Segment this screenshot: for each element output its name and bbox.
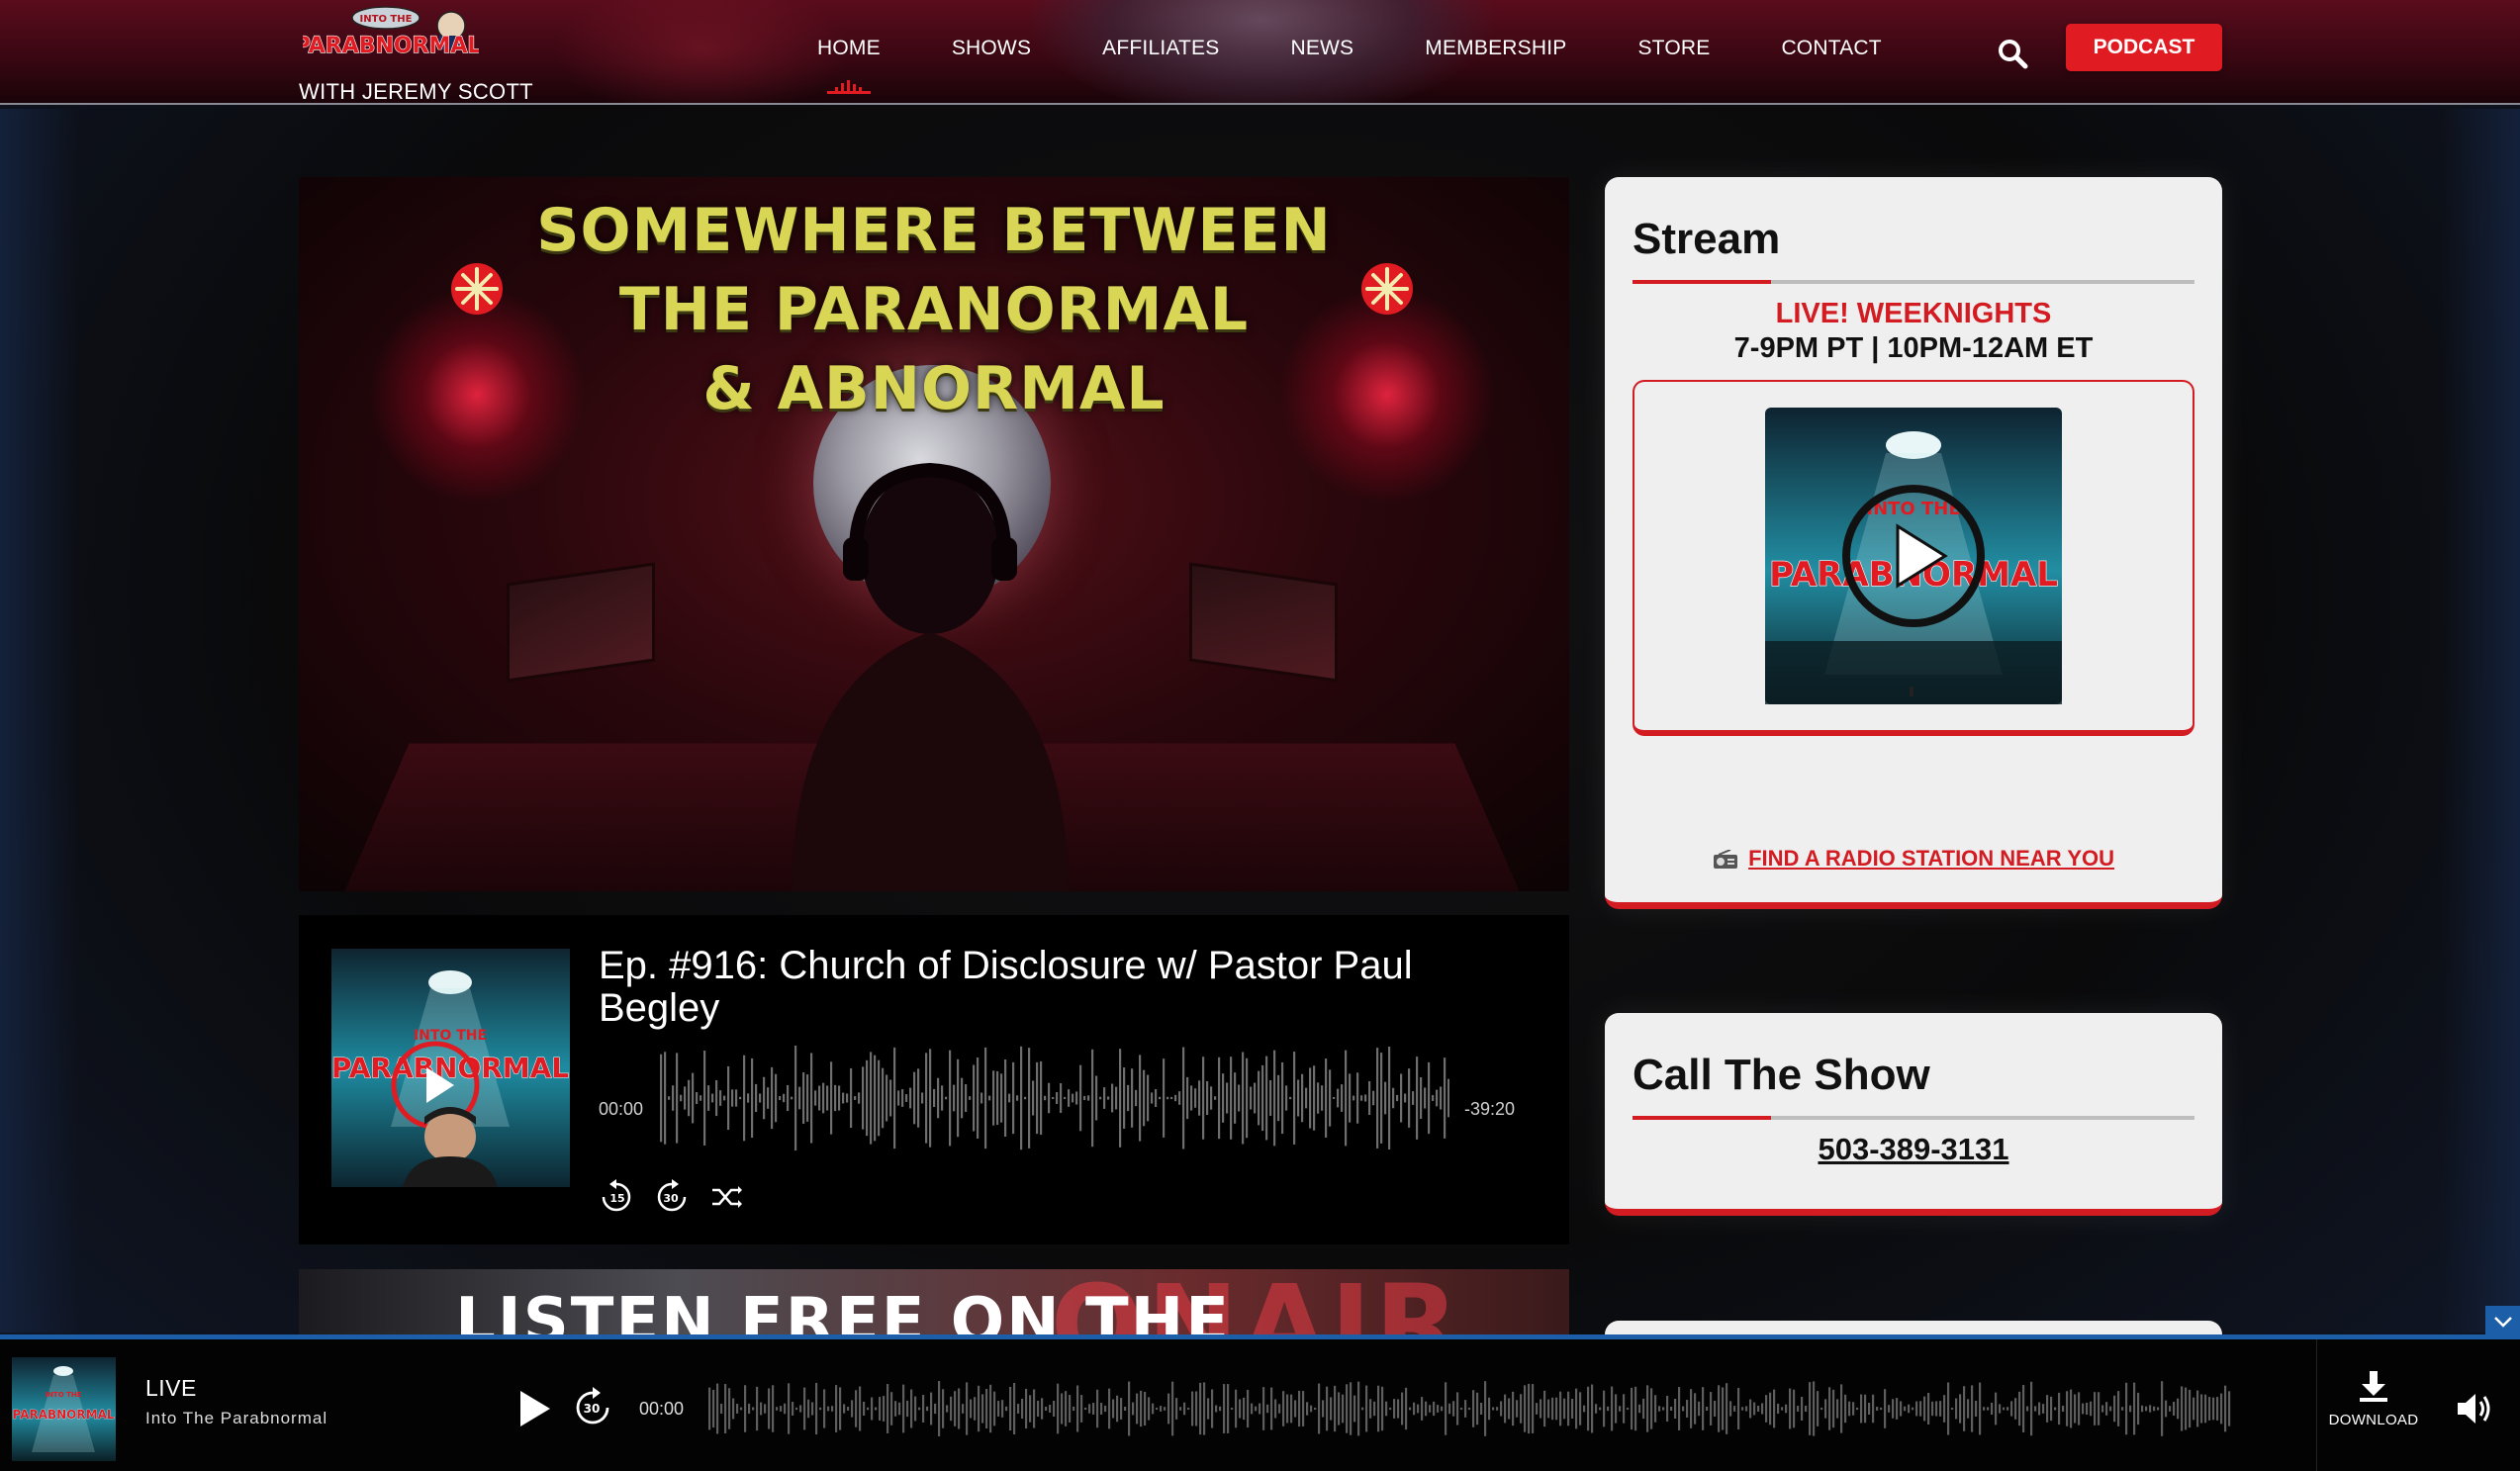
svg-text:15: 15 xyxy=(609,1192,624,1205)
hero-title: SOMEWHERE BETWEEN THE PARANORMAL & ABNOR… xyxy=(299,191,1569,428)
stream-card-title: Stream xyxy=(1633,215,1781,263)
stream-live-label: LIVE! WEEKNIGHTS xyxy=(1775,298,2052,329)
logo-subtitle: WITH JEREMY SCOTT xyxy=(299,79,533,104)
logo-wordmark: PARABNORMAL xyxy=(303,34,479,58)
logo-graphic: INTO THE PARABNORMAL xyxy=(303,6,479,59)
hero-title-line-3: & ABNORMAL xyxy=(702,354,1166,423)
download-button[interactable]: DOWNLOAD xyxy=(2321,1369,2426,1428)
nav-contact-label: CONTACT xyxy=(1781,37,1882,59)
nav-affiliates[interactable]: AFFILIATES xyxy=(1067,0,1255,103)
download-label: DOWNLOAD xyxy=(2328,1412,2419,1428)
stream-times: 7-9PM PT | 10PM-12AM ET xyxy=(1733,332,2094,364)
player-live-label: LIVE xyxy=(145,1375,197,1401)
nav-contact[interactable]: CONTACT xyxy=(1745,0,1916,103)
nav-home-label: HOME xyxy=(817,37,881,59)
nav-active-indicator-icon xyxy=(826,80,871,94)
sticky-audio-player: INTO THE PARABNORMAL LIVE Into The Parab… xyxy=(0,1334,2520,1471)
right-glow xyxy=(2441,109,2520,1333)
episode-cover-art: INTO THE PARABNORMAL xyxy=(331,949,570,1187)
main-nav: HOME SHOWS AFFILIATES NEWS MEMBERSHIP ST… xyxy=(782,0,1917,103)
stream-cover-art: INTO THE PARABNORMAL xyxy=(1765,408,2062,704)
player-divider xyxy=(2316,1339,2317,1471)
hero-host-silhouette xyxy=(792,462,1069,891)
radio-icon xyxy=(1713,850,1737,870)
nav-home[interactable]: HOME xyxy=(782,0,916,103)
episode-player: INTO THE PARABNORMAL Ep. #916: Church of… xyxy=(299,915,1569,1244)
call-card-title: Call The Show xyxy=(1633,1051,1930,1099)
episode-waveform[interactable] xyxy=(660,1044,1449,1152)
player-collapse-button[interactable] xyxy=(2485,1306,2520,1337)
stream-card: Stream LIVE! WEEKNIGHTS 7-9PM PT | 10PM-… xyxy=(1605,177,2222,909)
player-time: 00:00 xyxy=(639,1399,685,1419)
call-card-rule xyxy=(1633,1116,2194,1120)
forward-30-icon[interactable]: 30 xyxy=(572,1387,613,1428)
hero-title-line-2: THE PARANORMAL xyxy=(618,275,1250,344)
nav-membership-label: MEMBERSHIP xyxy=(1425,37,1567,59)
episode-cover[interactable]: INTO THE PARABNORMAL xyxy=(331,949,570,1187)
hero-monitor-left xyxy=(507,562,655,683)
stream-player-box: INTO THE PARABNORMAL xyxy=(1633,380,2194,736)
stream-card-rule xyxy=(1633,280,2194,284)
nav-store[interactable]: STORE xyxy=(1602,0,1745,103)
hero-monitor-right xyxy=(1189,562,1338,683)
episode-time-elapsed: 00:00 xyxy=(599,1099,644,1119)
call-phone-number[interactable]: 503-389-3131 xyxy=(1605,1132,2222,1167)
search-icon[interactable] xyxy=(1995,36,2030,71)
svg-text:INTO THE: INTO THE xyxy=(360,14,413,25)
player-show-name: Into The Parabnormal xyxy=(145,1409,328,1427)
shuffle-icon[interactable] xyxy=(706,1178,744,1216)
svg-text:30: 30 xyxy=(584,1402,601,1416)
hero-title-line-1: SOMEWHERE BETWEEN xyxy=(536,196,1332,265)
nav-store-label: STORE xyxy=(1637,37,1711,59)
download-icon xyxy=(2360,1371,2387,1402)
nav-news-label: NEWS xyxy=(1290,37,1354,59)
player-cover-art: INTO THE PARABNORMAL xyxy=(12,1357,116,1461)
svg-text:30: 30 xyxy=(663,1192,679,1205)
stream-play-art[interactable]: INTO THE PARABNORMAL xyxy=(1765,408,2062,704)
nav-affiliates-label: AFFILIATES xyxy=(1102,37,1220,59)
player-cover[interactable]: INTO THE PARABNORMAL xyxy=(12,1357,116,1461)
volume-icon[interactable] xyxy=(2454,1389,2493,1428)
onair-banner[interactable]: ONAIR LISTEN FREE ON THE xyxy=(299,1269,1569,1338)
site-logo[interactable]: INTO THE PARABNORMAL WITH JEREMY SCOTT xyxy=(297,6,533,103)
svg-text:PARABNORMAL: PARABNORMAL xyxy=(12,1408,114,1422)
left-glow xyxy=(0,109,79,1333)
play-icon[interactable] xyxy=(514,1387,554,1430)
episode-title[interactable]: Ep. #916: Church of Disclosure w/ Pastor… xyxy=(599,945,1529,1030)
episode-time-remaining: -39:20 xyxy=(1464,1099,1516,1119)
nav-membership[interactable]: MEMBERSHIP xyxy=(1389,0,1602,103)
find-station-row: FIND A RADIO STATION NEAR YOU xyxy=(1605,846,2222,872)
site-header: INTO THE PARABNORMAL WITH JEREMY SCOTT H… xyxy=(0,0,2520,105)
onair-banner-text: LISTEN FREE ON THE xyxy=(455,1285,1231,1338)
svg-text:PARABNORMAL: PARABNORMAL xyxy=(331,1052,569,1084)
rewind-15-icon[interactable]: 15 xyxy=(598,1178,635,1216)
svg-text:INTO THE: INTO THE xyxy=(45,1391,81,1399)
hero-banner[interactable]: SOMEWHERE BETWEEN THE PARANORMAL & ABNOR… xyxy=(299,177,1569,891)
nav-shows-label: SHOWS xyxy=(951,37,1032,59)
forward-30-icon[interactable]: 30 xyxy=(653,1178,691,1216)
player-waveform[interactable] xyxy=(708,1379,2232,1438)
call-card: Call The Show 503-389-3131 xyxy=(1605,1013,2222,1216)
nav-news[interactable]: NEWS xyxy=(1255,0,1389,103)
chevron-down-icon xyxy=(2493,1317,2512,1328)
find-station-link[interactable]: FIND A RADIO STATION NEAR YOU xyxy=(1748,846,2114,871)
svg-text:INTO THE: INTO THE xyxy=(414,1028,487,1044)
podcast-button[interactable]: PODCAST xyxy=(2066,24,2222,71)
nav-shows[interactable]: SHOWS xyxy=(916,0,1067,103)
